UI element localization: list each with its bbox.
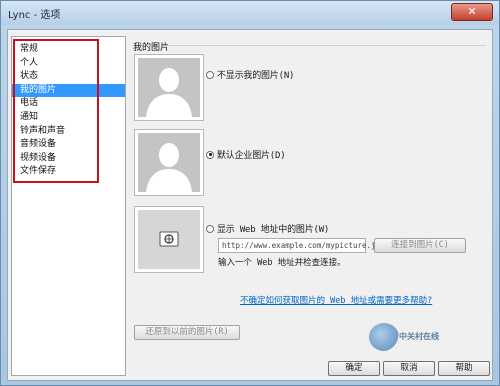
nav-item[interactable]: 音频设备 bbox=[12, 138, 125, 152]
default-picture-preview bbox=[134, 129, 204, 196]
hide-picture-radio[interactable] bbox=[206, 70, 214, 79]
nav-item[interactable]: 我的图片 bbox=[12, 83, 125, 98]
default-picture-radio[interactable] bbox=[206, 150, 214, 159]
default-picture-label: 默认企业图片(D) bbox=[217, 151, 286, 161]
help-button[interactable]: 帮助 bbox=[438, 361, 490, 376]
help-link[interactable]: 不确定如何获取图片的 Web 地址或需要更多帮助? bbox=[240, 294, 432, 306]
web-picture-option[interactable]: 显示 Web 地址中的图片(W) bbox=[206, 222, 329, 235]
watermark-logo bbox=[369, 323, 399, 351]
web-image-icon bbox=[138, 210, 200, 269]
person-silhouette-icon bbox=[138, 133, 200, 192]
dialog-body: 常规 个人 状态 我的图片 电话 通知 铃声和声音 音频设备 视频设备 文件保存 我的图片 不显示… bbox=[7, 29, 493, 381]
web-picture-label: 显示 Web 地址中的图片(W) bbox=[217, 225, 330, 235]
nav-item[interactable]: 状态 bbox=[12, 70, 125, 84]
cancel-button[interactable]: 取消 bbox=[383, 361, 435, 376]
nav-item[interactable]: 电话 bbox=[12, 97, 125, 111]
person-silhouette-icon bbox=[138, 58, 200, 117]
ok-button[interactable]: 确定 bbox=[328, 361, 380, 376]
connect-picture-button[interactable]: 连接到图片(C) bbox=[374, 238, 466, 253]
web-picture-preview bbox=[134, 206, 204, 273]
web-picture-radio[interactable] bbox=[206, 224, 214, 233]
title-bar[interactable]: Lync - 选项 ✕ bbox=[1, 1, 499, 25]
nav-item[interactable]: 通知 bbox=[12, 111, 125, 125]
nav-item[interactable]: 常规 bbox=[12, 43, 125, 57]
watermark-text: 中关村在线 bbox=[399, 332, 439, 341]
section-title: 我的图片 bbox=[133, 43, 170, 53]
hidden-picture-preview bbox=[134, 54, 204, 121]
nav-list: 常规 个人 状态 我的图片 电话 通知 铃声和声音 音频设备 视频设备 文件保存 bbox=[12, 43, 125, 179]
nav-list-panel: 常规 个人 状态 我的图片 电话 通知 铃声和声音 音频设备 视频设备 文件保存 bbox=[11, 36, 126, 376]
url-hint: 输入一个 Web 地址并检查连接。 bbox=[218, 258, 346, 268]
window-title: Lync - 选项 bbox=[8, 10, 61, 21]
nav-item[interactable]: 个人 bbox=[12, 57, 125, 71]
nav-item[interactable]: 铃声和声音 bbox=[12, 125, 125, 139]
nav-item[interactable]: 视频设备 bbox=[12, 152, 125, 166]
hide-picture-option[interactable]: 不显示我的图片(N) bbox=[206, 68, 294, 81]
close-icon[interactable]: ✕ bbox=[451, 3, 493, 21]
section-divider bbox=[168, 45, 486, 46]
options-window: Lync - 选项 ✕ 常规 个人 状态 我的图片 电话 通知 铃声和声音 音频设备 视频设备文… bbox=[0, 0, 500, 386]
hide-picture-label: 不显示我的图片(N) bbox=[217, 71, 295, 81]
picture-url-input[interactable]: http://www.example.com/mypicture.jpg bbox=[218, 238, 385, 253]
restore-picture-button[interactable]: 还原到以前的图片(R) bbox=[134, 325, 240, 340]
nav-item[interactable]: 文件保存 bbox=[12, 165, 125, 179]
default-picture-option[interactable]: 默认企业图片(D) bbox=[206, 148, 286, 161]
